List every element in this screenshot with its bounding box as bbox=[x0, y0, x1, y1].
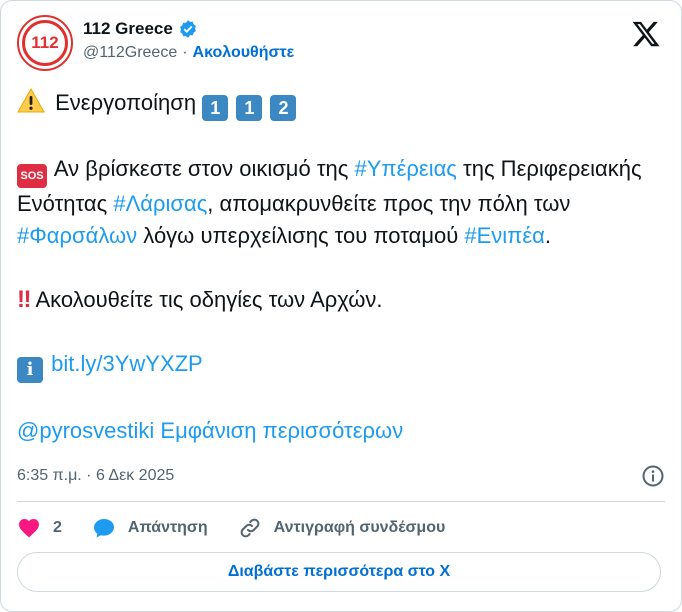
hashtag-link[interactable]: #Υπέρειας bbox=[354, 156, 456, 181]
tweet-line-link: i bit.ly/3YwYXZP bbox=[17, 348, 665, 383]
hashtag-link[interactable]: #Ενιπέα bbox=[464, 223, 545, 248]
copy-link-button[interactable]: Αντιγραφή συνδέσμου bbox=[238, 516, 446, 540]
hashtag-link[interactable]: #Λάρισας bbox=[113, 191, 207, 216]
avatar[interactable]: 112 bbox=[17, 15, 73, 71]
show-more-link[interactable]: Εμφάνιση περισσότερων bbox=[160, 418, 403, 443]
like-count: 2 bbox=[53, 519, 62, 536]
activation-text: Ενεργοποίηση bbox=[55, 90, 197, 115]
reply-button[interactable]: Απάντηση bbox=[92, 516, 208, 540]
handle-row: @112Greece · Ακολουθήστε bbox=[83, 41, 294, 65]
tweet-card: 112 112 Greece @112Greece · Ακολουθήστε bbox=[0, 0, 682, 612]
verified-badge-icon bbox=[178, 19, 198, 39]
author-info: 112 Greece @112Greece · Ακολουθήστε bbox=[83, 17, 294, 65]
text-segment: Αν βρίσκεστε στον οικισμό της bbox=[49, 156, 355, 181]
link-icon bbox=[240, 518, 260, 538]
reply-label: Απάντηση bbox=[127, 519, 208, 536]
short-link[interactable]: bit.ly/3YwYXZP bbox=[51, 351, 203, 376]
handle[interactable]: @112Greece bbox=[83, 44, 177, 62]
x-logo-icon[interactable] bbox=[631, 19, 661, 49]
keycap-2-icon: 2 bbox=[270, 95, 297, 121]
tweet-line-activation: Ενεργοποίηση 1 1 2 bbox=[17, 87, 665, 121]
avatar-logo: 112 bbox=[22, 20, 68, 66]
instructions-text: Ακολουθείτε τις οδηγίες των Αρχών. bbox=[35, 287, 383, 312]
read-more-button[interactable]: Διαβάστε περισσότερα στο X bbox=[17, 552, 661, 592]
separator: · bbox=[182, 44, 188, 61]
action-bar: 2 Απάντηση Αντιγραφή συνδέσμου bbox=[17, 513, 665, 543]
hashtag-link[interactable]: #Φαρσάλων bbox=[17, 223, 137, 248]
tweet-line-instructions: ‼ Ακολουθείτε τις οδηγίες των Αρχών. bbox=[17, 284, 665, 316]
follow-button[interactable]: Ακολουθήστε bbox=[193, 44, 295, 62]
heart-icon bbox=[19, 519, 39, 538]
warning-icon bbox=[17, 88, 45, 113]
timestamp[interactable]: 6:35 π.μ. · 6 Δεκ 2025 bbox=[17, 467, 174, 485]
info-emoji-icon: i bbox=[17, 357, 43, 383]
keycap-1-icon: 1 bbox=[236, 95, 263, 121]
double-exclamation-icon: ‼ bbox=[17, 286, 31, 313]
mention-link[interactable]: @pyrosvestiki bbox=[17, 418, 154, 443]
display-name-row: 112 Greece bbox=[83, 17, 294, 41]
reply-bubble-icon bbox=[93, 519, 114, 538]
text-segment: , απομακρυνθείτε προς την πόλη των bbox=[207, 191, 571, 216]
display-name[interactable]: 112 Greece bbox=[83, 19, 173, 39]
like-button[interactable]: 2 bbox=[17, 516, 62, 540]
tweet-line-evacuation: SOS Αν βρίσκεστε στον οικισμό της #Υπέρε… bbox=[17, 153, 665, 252]
tweet-header: 112 112 Greece @112Greece · Ακολουθήστε bbox=[17, 15, 665, 71]
keycap-1-icon: 1 bbox=[202, 95, 229, 121]
copy-link-label: Αντιγραφή συνδέσμου bbox=[273, 519, 446, 536]
tweet-line-mention: @pyrosvestiki Εμφάνιση περισσότερων bbox=[17, 415, 665, 447]
sos-icon: SOS bbox=[17, 164, 47, 188]
text-segment: λόγω υπερχείλισης του ποταμού bbox=[137, 223, 465, 248]
text-segment: . bbox=[544, 223, 552, 248]
tweet-body: Ενεργοποίηση 1 1 2 SOS Αν βρίσκεστε στον… bbox=[17, 87, 665, 447]
info-icon[interactable] bbox=[641, 464, 665, 488]
divider bbox=[17, 501, 665, 502]
timestamp-row: 6:35 π.μ. · 6 Δεκ 2025 bbox=[17, 463, 665, 489]
